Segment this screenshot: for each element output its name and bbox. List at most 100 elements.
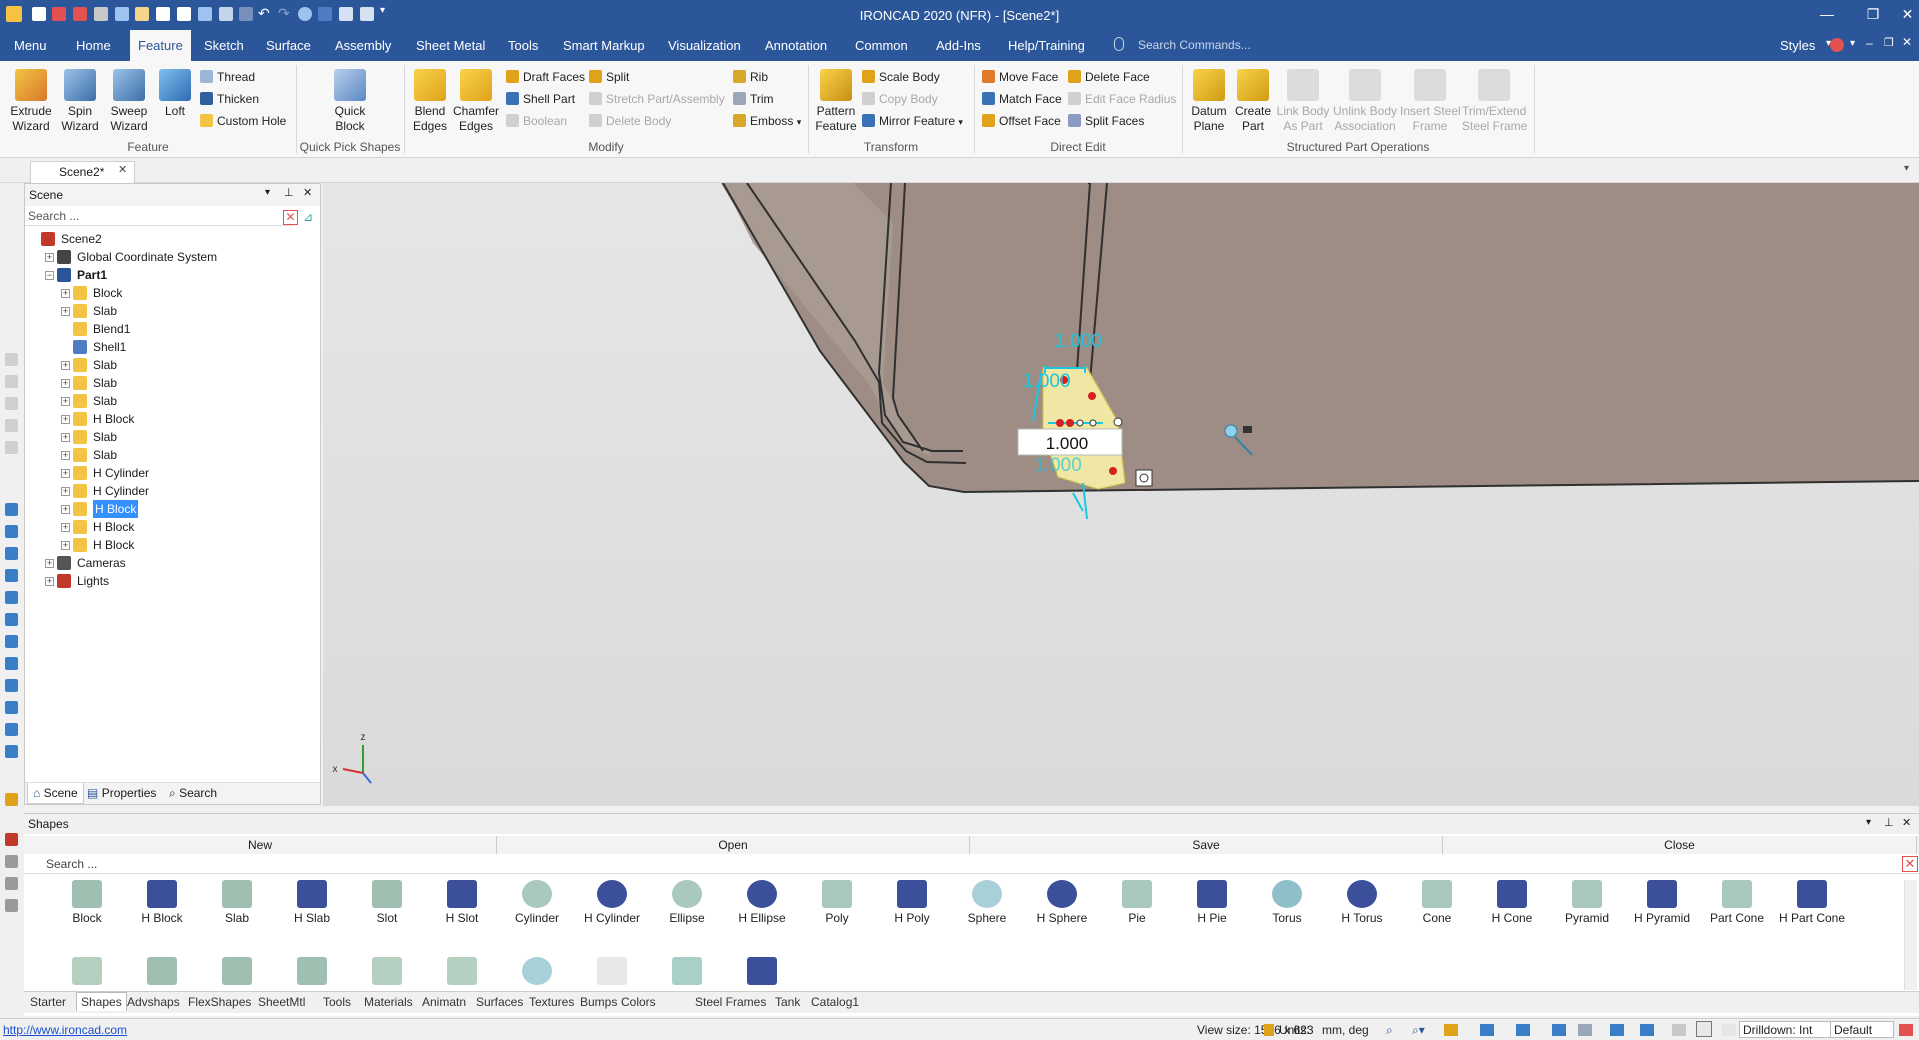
styles-dropdown[interactable]: Styles	[1778, 30, 1817, 61]
dimension-label[interactable]: 1.000	[1054, 331, 1102, 352]
tool-icon[interactable]	[5, 419, 18, 432]
catalog-tab[interactable]: Tools	[323, 995, 351, 1009]
shape-item[interactable]: H Pyramid	[1625, 880, 1699, 925]
view-icon[interactable]	[5, 723, 18, 736]
shading-icon[interactable]	[1552, 1024, 1566, 1036]
link-body-button[interactable]: Link Body As Part	[1276, 69, 1330, 134]
catalog-tab[interactable]: Advshaps	[127, 995, 180, 1009]
catalog-tab[interactable]: Textures	[529, 995, 574, 1009]
scale-body-button[interactable]: Scale Body	[862, 69, 940, 85]
expand-toggle-icon[interactable]: +	[61, 361, 70, 370]
minimize-button[interactable]: —	[1804, 0, 1850, 30]
tab-feature[interactable]: Feature	[130, 30, 191, 61]
shape-icon[interactable]	[747, 957, 777, 985]
shape-item[interactable]: H Pie	[1175, 880, 1249, 925]
trim-button[interactable]: Trim	[733, 91, 774, 107]
shape-item[interactable]: Sphere	[950, 880, 1024, 925]
catalog-tab[interactable]: FlexShapes	[188, 995, 251, 1009]
tab-visualization[interactable]: Visualization	[666, 30, 743, 61]
expand-toggle-icon[interactable]: −	[45, 271, 54, 280]
split-faces-button[interactable]: Split Faces	[1068, 113, 1144, 129]
lock-icon[interactable]	[1672, 1024, 1686, 1036]
datum-plane-button[interactable]: Datum Plane	[1188, 69, 1230, 134]
tab-scene-browser[interactable]: ⌂ Scene	[27, 783, 84, 804]
clear-search-icon[interactable]: ✕	[283, 210, 298, 225]
tab-home[interactable]: Home	[74, 30, 113, 61]
sweep-wizard-button[interactable]: Sweep Wizard	[104, 69, 154, 134]
help-chevron-icon[interactable]: ▾	[1850, 38, 1855, 49]
tab-common[interactable]: Common	[853, 30, 910, 61]
emboss-button[interactable]: Emboss ▾	[733, 113, 801, 130]
expand-toggle-icon[interactable]: +	[61, 487, 70, 496]
mirror-feature-button[interactable]: Mirror Feature ▾	[862, 113, 963, 130]
expand-toggle-icon[interactable]: +	[61, 451, 70, 460]
shape-item[interactable]: H Poly	[875, 880, 949, 925]
blend-edges-button[interactable]: Blend Edges	[410, 69, 450, 134]
save-catalog-button[interactable]: Save	[970, 836, 1443, 854]
spin-wizard-button[interactable]: Spin Wizard	[56, 69, 104, 134]
shape-icon[interactable]	[72, 957, 102, 985]
render-mode-icon[interactable]	[1444, 1024, 1458, 1036]
snap-icon[interactable]	[1640, 1024, 1654, 1036]
scene-search-input[interactable]: Search ...	[25, 208, 295, 226]
tab-menu[interactable]: Menu	[12, 30, 49, 61]
catalog-tab[interactable]: Tank	[775, 995, 800, 1009]
pin-icon[interactable]: ⊥	[284, 186, 294, 199]
zoom-icon[interactable]: ⌕	[1386, 1023, 1393, 1038]
ribbon-minimize-icon[interactable]: –	[1866, 36, 1873, 50]
view-icon[interactable]	[5, 657, 18, 670]
catalog-tab[interactable]: Materials	[364, 995, 413, 1009]
help-icon[interactable]	[1830, 38, 1844, 52]
stretch-part-button[interactable]: Stretch Part/Assembly	[589, 91, 725, 107]
shape-item[interactable]: Cylinder	[500, 880, 574, 925]
close-tab-icon[interactable]: ✕	[118, 163, 127, 176]
view-icon[interactable]	[5, 547, 18, 560]
panel-menu-icon[interactable]: ▾	[1866, 817, 1871, 828]
drilldown-select[interactable]: Drilldown: Int	[1739, 1021, 1831, 1038]
shape-item[interactable]: H Ellipse	[725, 880, 799, 925]
split-button[interactable]: Split	[589, 69, 629, 85]
command-search-input[interactable]: Search Commands...	[1138, 38, 1251, 52]
alert-icon[interactable]	[1899, 1024, 1913, 1036]
loft-button[interactable]: Loft	[158, 69, 192, 119]
new-catalog-button[interactable]: New	[24, 836, 497, 854]
custom-hole-button[interactable]: Custom Hole	[200, 113, 286, 129]
dimension-label[interactable]: 1.000	[1023, 371, 1071, 392]
units-value[interactable]: mm, deg	[1322, 1023, 1369, 1037]
move-face-button[interactable]: Move Face	[982, 69, 1058, 85]
tool-icon[interactable]	[5, 899, 18, 912]
shape-item[interactable]: H Torus	[1325, 880, 1399, 925]
match-face-button[interactable]: Match Face	[982, 91, 1062, 107]
shape-item[interactable]: Torus	[1250, 880, 1324, 925]
close-catalog-button[interactable]: Close	[1443, 836, 1917, 854]
view-icon[interactable]	[5, 701, 18, 714]
shape-item[interactable]: H Sphere	[1025, 880, 1099, 925]
dimension-input[interactable]: 1.000	[1046, 434, 1089, 453]
view-icon[interactable]	[5, 745, 18, 758]
grid-icon[interactable]	[1610, 1024, 1624, 1036]
catalog-tab[interactable]: Starter	[30, 995, 66, 1009]
triball-handle-icon[interactable]	[1135, 469, 1153, 487]
shape-icon[interactable]	[447, 957, 477, 985]
close-panel-icon[interactable]: ✕	[1902, 816, 1911, 829]
shape-item[interactable]: Slab	[200, 880, 274, 925]
edit-face-radius-button[interactable]: Edit Face Radius	[1068, 91, 1176, 107]
catalog-tab[interactable]: Colors	[621, 995, 656, 1009]
view-icon[interactable]	[5, 569, 18, 582]
insert-steel-frame-button[interactable]: Insert Steel Frame	[1400, 69, 1461, 134]
shell-part-button[interactable]: Shell Part	[506, 91, 575, 107]
catalog-tab[interactable]: Catalog1	[811, 995, 859, 1009]
shape-item[interactable]: Pyramid	[1550, 880, 1624, 925]
shape-item[interactable]: Block	[50, 880, 124, 925]
expand-toggle-icon[interactable]: +	[45, 559, 54, 568]
expand-toggle-icon[interactable]: +	[61, 289, 70, 298]
tab-sketch[interactable]: Sketch	[202, 30, 246, 61]
shape-icon[interactable]	[147, 957, 177, 985]
shape-item[interactable]: Ellipse	[650, 880, 724, 925]
shape-icon[interactable]	[672, 957, 702, 985]
shape-item[interactable]: Slot	[350, 880, 424, 925]
chamfer-edges-button[interactable]: Chamfer Edges	[452, 69, 500, 134]
tool-icon[interactable]	[5, 877, 18, 890]
shape-icon[interactable]	[222, 957, 252, 985]
tool-icon[interactable]	[5, 397, 18, 410]
